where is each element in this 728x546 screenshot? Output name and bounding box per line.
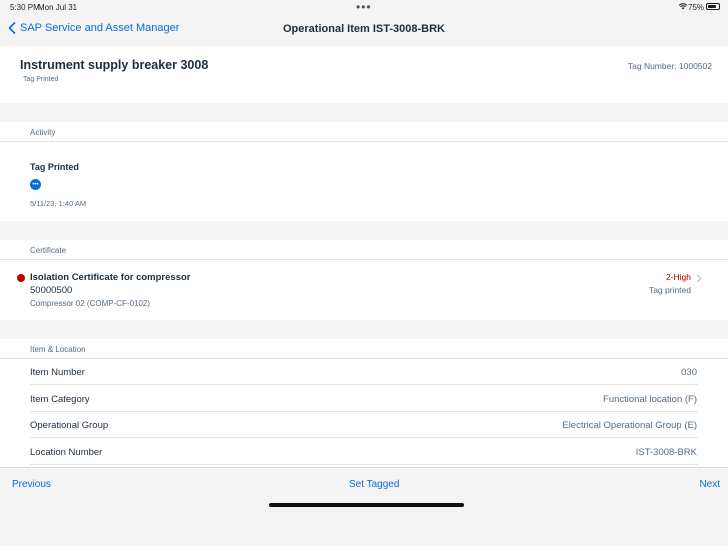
row-label: Operational Group xyxy=(30,420,109,431)
navigation-bar: SAP Service and Asset Manager Operationa… xyxy=(0,14,728,46)
multitasking-dots-icon[interactable]: ••• xyxy=(356,0,372,14)
battery-level-fill xyxy=(708,5,716,8)
row-label: Item Number xyxy=(30,367,85,378)
home-indicator[interactable] xyxy=(269,503,464,507)
activity-section-header: Activity xyxy=(0,122,728,142)
certificate-priority: 2-High xyxy=(665,272,691,282)
certificate-list-item[interactable]: Isolation Certificate for compressor 500… xyxy=(0,260,728,320)
page-title: Operational Item IST-3008-BRK xyxy=(283,23,445,35)
object-title: Instrument supply breaker 3008 xyxy=(20,58,209,72)
certificate-title: Isolation Certificate for compressor xyxy=(30,272,191,283)
set-tagged-button[interactable]: Set Tagged xyxy=(349,479,399,490)
row-value: IST-3008-BRK xyxy=(635,447,697,458)
location-number-row: Location Number IST-3008-BRK xyxy=(30,439,698,465)
item-category-row: Item Category Functional location (F) xyxy=(30,386,698,412)
item-number-row: Item Number 030 xyxy=(30,359,698,385)
previous-button[interactable]: Previous xyxy=(12,479,51,490)
section-label: Activity xyxy=(30,128,56,137)
section-label: Item & Location xyxy=(30,345,86,354)
section-label: Certificate xyxy=(30,246,67,255)
status-date: Mon Jul 31 xyxy=(38,3,78,12)
row-value: Functional location (F) xyxy=(603,394,697,405)
high-priority-indicator-icon xyxy=(17,274,25,282)
activity-card: Tag Printed ••• 5/11/23, 1:40 AM xyxy=(0,142,728,221)
status-bar: 5:30 PM Mon Jul 31 ••• 75% xyxy=(0,0,728,14)
item-location-section-header: Item & Location xyxy=(0,339,728,359)
row-label: Item Category xyxy=(30,394,90,405)
row-value: 030 xyxy=(681,367,697,378)
activity-title: Tag Printed xyxy=(30,162,79,172)
activity-marker-icon: ••• xyxy=(30,179,41,190)
certificate-equipment: Compressor 02 (COMP-CF-0102) xyxy=(30,299,151,308)
wifi-icon xyxy=(678,3,688,10)
object-status: Tag Printed xyxy=(23,76,59,83)
operational-group-row: Operational Group Electrical Operational… xyxy=(30,412,698,438)
object-header: Instrument supply breaker 3008 Tag Print… xyxy=(0,46,728,103)
next-button[interactable]: Next xyxy=(699,479,720,490)
activity-timestamp: 5/11/23, 1:40 AM xyxy=(30,199,87,208)
tag-number: Tag Number: 1000502 xyxy=(627,61,712,71)
certificate-status: Tag printed xyxy=(648,285,691,295)
row-value: Electrical Operational Group (E) xyxy=(562,420,697,431)
certificate-number: 50000500 xyxy=(30,285,73,296)
chevron-right-icon xyxy=(696,274,702,283)
battery-percent: 75% xyxy=(688,3,705,12)
certificate-section-header: Certificate xyxy=(0,240,728,260)
item-location-card: Item Number 030 Item Category Functional… xyxy=(0,359,728,467)
status-time: 5:30 PM xyxy=(10,3,40,12)
row-label: Location Number xyxy=(30,447,103,458)
battery-icon xyxy=(706,3,720,10)
